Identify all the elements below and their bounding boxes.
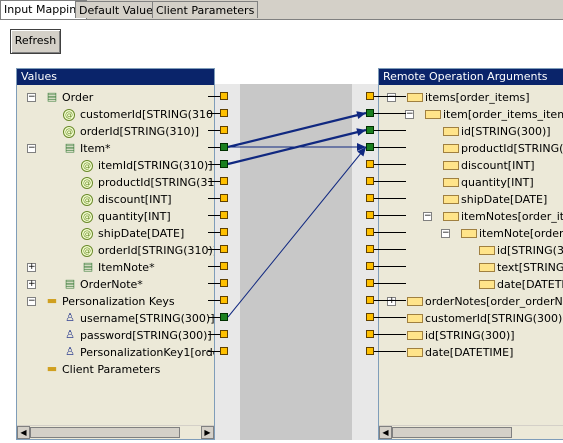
mapping-line[interactable]	[227, 146, 367, 318]
mapping-links	[227, 111, 367, 318]
mapping-line[interactable]	[227, 111, 367, 149]
